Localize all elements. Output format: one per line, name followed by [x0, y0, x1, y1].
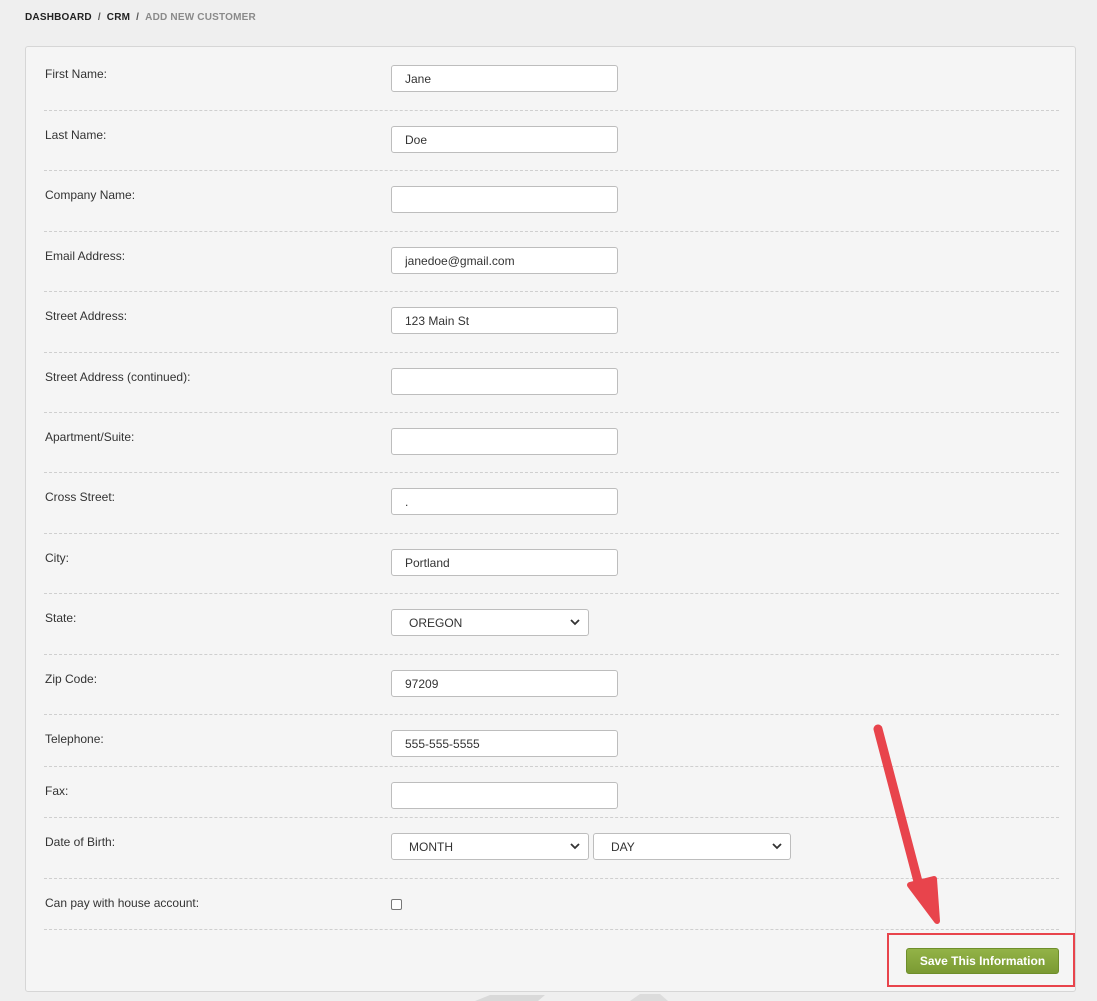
arrow-icon	[873, 724, 940, 924]
